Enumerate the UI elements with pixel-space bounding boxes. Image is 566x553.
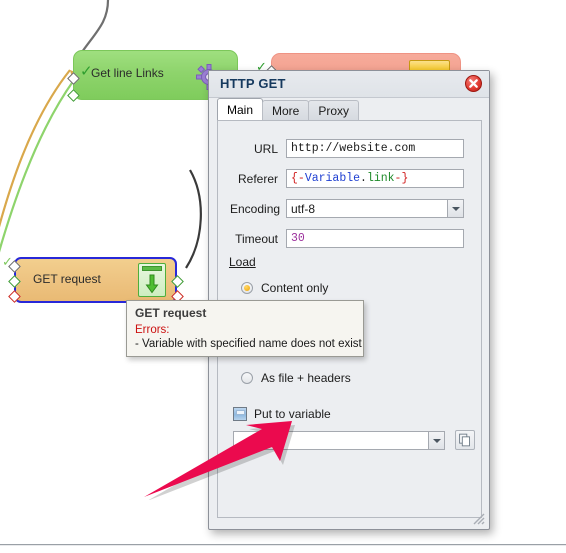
encoding-value: utf-8 — [291, 201, 316, 216]
url-input[interactable]: http://website.com — [286, 139, 464, 158]
screen-root: Get line Links ✓ ✓ GET request ✓ HTTP GE… — [0, 0, 566, 553]
timeout-row: Timeout — [230, 232, 278, 246]
error-tooltip: GET request Errors: - Variable with spec… — [126, 300, 364, 357]
encoding-label: Encoding — [230, 202, 281, 216]
referer-value: {-Variable.link-} — [291, 172, 408, 185]
dialog-tabs[interactable]: Main More Proxy — [217, 98, 360, 120]
referer-token: -} — [394, 172, 409, 185]
radio-as-file-headers[interactable]: As file + headers — [241, 371, 351, 385]
check-icon: ✓ — [2, 254, 13, 269]
referer-token: . — [360, 172, 367, 185]
radio-label: As file + headers — [261, 371, 351, 385]
tab-main[interactable]: Main — [217, 98, 264, 120]
url-label: URL — [253, 142, 278, 156]
chevron-down-icon[interactable] — [428, 431, 445, 450]
referer-row: Referer — [230, 172, 278, 186]
radio-content-only[interactable]: Content only — [241, 281, 328, 295]
url-row: URL — [230, 142, 278, 156]
tooltip-errors-label: Errors: — [135, 324, 170, 336]
node-label: Get line Links — [91, 66, 164, 80]
dialog-title: HTTP GET — [220, 76, 286, 91]
radio-button[interactable] — [241, 372, 253, 384]
check-icon: ✓ — [80, 63, 93, 80]
load-section-label: Load — [229, 255, 256, 269]
referer-token: link — [366, 172, 395, 185]
close-icon[interactable] — [465, 75, 482, 92]
timeout-input[interactable]: 30 — [286, 229, 464, 248]
tooltip-title: GET request — [135, 306, 207, 320]
referer-token: {- — [291, 172, 305, 185]
pointer-arrow-icon — [144, 421, 295, 500]
tab-more[interactable]: More — [262, 100, 310, 120]
encoding-select[interactable]: utf-8 — [286, 199, 464, 218]
tooltip-error-line: - Variable with specified name does not … — [135, 338, 362, 350]
download-icon — [138, 263, 166, 297]
encoding-row: Encoding — [230, 202, 281, 216]
node-label: GET request — [33, 272, 101, 286]
resize-grip-icon[interactable] — [472, 512, 485, 525]
dialog-titlebar[interactable]: HTTP GET — [209, 71, 489, 98]
tab-proxy[interactable]: Proxy — [308, 100, 360, 120]
chevron-down-icon[interactable] — [447, 199, 464, 218]
canvas-underflow — [0, 546, 566, 553]
timeout-label: Timeout — [235, 232, 278, 246]
referer-label: Referer — [237, 172, 278, 186]
copy-pages-icon[interactable] — [455, 430, 475, 450]
radio-label: Content only — [261, 281, 329, 295]
radio-button[interactable] — [241, 282, 253, 294]
referer-token: Variable — [304, 172, 361, 185]
referer-input[interactable]: {-Variable.link-} — [286, 169, 464, 188]
